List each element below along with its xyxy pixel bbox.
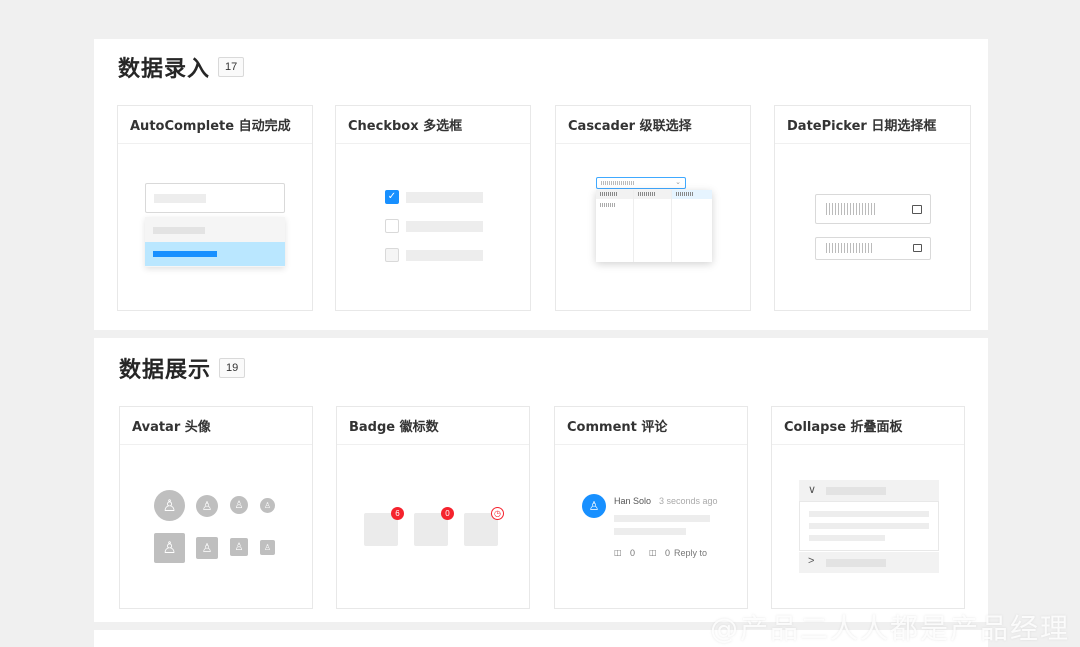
user-icon: ♙ xyxy=(260,540,275,555)
user-icon: ♙ xyxy=(582,494,606,518)
cascader-menu xyxy=(596,190,712,262)
like-count: 0 xyxy=(630,548,636,558)
card-autocomplete[interactable]: AutoComplete 自动完成 xyxy=(117,105,313,311)
card-preview: ✓ xyxy=(336,144,530,310)
user-icon: ♙ xyxy=(154,533,185,563)
collapse-panel-content xyxy=(799,501,939,551)
card-title: Cascader 级联选择 xyxy=(556,106,750,144)
section-data-display: 数据展示 19 Avatar 头像 ♙ ♙ ♙ ♙ ♙ ♙ ♙ ♙ Badge … xyxy=(94,338,988,622)
card-collapse[interactable]: Collapse 折叠面板 ∨ > xyxy=(771,406,965,609)
check-icon: ✓ xyxy=(387,191,397,202)
section-count-badge: 19 xyxy=(219,358,246,378)
comment-author: Han Solo xyxy=(614,496,652,506)
autocomplete-input xyxy=(145,183,285,213)
autocomplete-dropdown xyxy=(145,217,285,267)
user-icon: ♙ xyxy=(196,495,218,517)
chevron-right-icon: > xyxy=(808,555,815,567)
user-icon: ♙ xyxy=(260,498,275,513)
badge-count: 6 xyxy=(391,507,404,520)
section-header: 数据录入 17 xyxy=(118,51,245,83)
badge-count: 0 xyxy=(441,507,454,520)
reply-link: Reply to xyxy=(674,548,708,558)
card-checkbox[interactable]: Checkbox 多选框 ✓ xyxy=(335,105,531,311)
user-icon: ♙ xyxy=(230,496,248,514)
watermark: @产品二人人都是产品经理 xyxy=(710,612,1071,645)
comment-time: 3 seconds ago xyxy=(659,496,718,506)
card-datepicker[interactable]: DatePicker 日期选择框 xyxy=(774,105,971,311)
card-title: AutoComplete 自动完成 xyxy=(118,106,312,144)
autocomplete-selected-option xyxy=(145,242,285,266)
section-title: 数据展示 xyxy=(119,358,212,383)
section-header: 数据展示 19 xyxy=(119,352,246,384)
user-icon: ♙ xyxy=(196,537,218,559)
thumbs-up-icon: ◫ xyxy=(614,548,622,557)
dislike-count: 0 xyxy=(665,548,671,558)
checkbox-disabled xyxy=(385,248,399,262)
card-avatar[interactable]: Avatar 头像 ♙ ♙ ♙ ♙ ♙ ♙ ♙ ♙ xyxy=(119,406,313,609)
card-title: Comment 评论 xyxy=(555,407,747,445)
card-preview: ∨ > xyxy=(772,445,964,608)
card-title: Badge 徽标数 xyxy=(337,407,529,445)
card-preview: ♙ ♙ ♙ ♙ ♙ ♙ ♙ ♙ xyxy=(120,445,312,608)
cascader-input: ⌄ xyxy=(596,177,686,189)
card-title: Checkbox 多选框 xyxy=(336,106,530,144)
calendar-icon xyxy=(913,244,922,252)
checkbox-checked: ✓ xyxy=(385,190,399,204)
card-preview: 6 0 ◷ xyxy=(337,445,529,608)
section-data-entry: 数据录入 17 AutoComplete 自动完成 Checkbox 多选框 ✓ xyxy=(94,39,988,330)
thumbs-down-icon: ◫ xyxy=(649,548,657,557)
user-icon: ♙ xyxy=(154,490,185,521)
section-count-badge: 17 xyxy=(218,57,245,77)
card-badge[interactable]: Badge 徽标数 6 0 ◷ xyxy=(336,406,530,609)
calendar-icon xyxy=(912,205,922,214)
clock-icon: ◷ xyxy=(491,507,504,520)
collapse-panel-header: ∨ xyxy=(799,480,939,501)
datepicker-input xyxy=(815,194,931,224)
collapse-panel-header: > xyxy=(799,552,939,573)
chevron-down-icon: ⌄ xyxy=(675,179,681,186)
checkbox-unchecked xyxy=(385,219,399,233)
card-preview: ♙ Han Solo 3 seconds ago ◫ 0 ◫ 0 Reply t… xyxy=(555,445,747,608)
card-title: DatePicker 日期选择框 xyxy=(775,106,970,144)
user-icon: ♙ xyxy=(230,538,248,556)
card-title: Avatar 头像 xyxy=(120,407,312,445)
card-preview: ⌄ xyxy=(556,144,750,310)
card-title: Collapse 折叠面板 xyxy=(772,407,964,445)
card-comment[interactable]: Comment 评论 ♙ Han Solo 3 seconds ago ◫ 0 … xyxy=(554,406,748,609)
card-preview xyxy=(118,144,312,310)
section-title: 数据录入 xyxy=(118,57,211,82)
card-preview xyxy=(775,144,970,310)
chevron-down-icon: ∨ xyxy=(808,484,817,496)
card-cascader[interactable]: Cascader 级联选择 ⌄ xyxy=(555,105,751,311)
datepicker-input-small xyxy=(815,237,931,260)
